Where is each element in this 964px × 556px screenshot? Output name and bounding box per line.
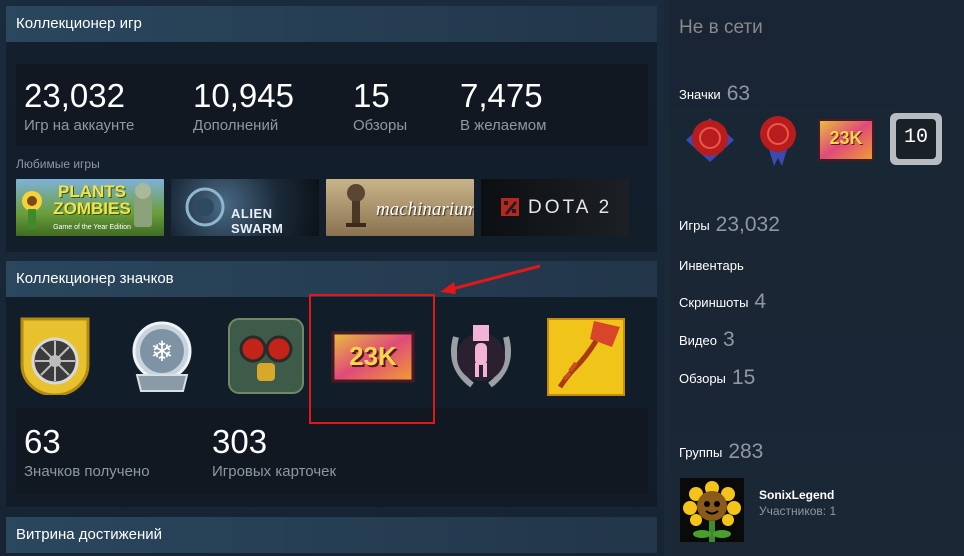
favorite-game-alien-swarm[interactable]: ALIEN SWARM [171,179,319,236]
groups-count: 283 [728,440,764,463]
profile-sidebar: Не в сети Значки 63 23K 10 Игры 23,032 И… [670,0,964,556]
sidebar-reviews-link[interactable]: Обзоры 15 [679,366,755,390]
stat-dlc-value: 10,945 [193,77,294,114]
red-seal-ribbon-badge-icon[interactable] [750,112,806,168]
showcase-header: Витрина достижений [6,517,657,553]
stat-trading-cards[interactable]: 303 Игровых карточек [212,422,336,482]
years-service-text: 10 [903,126,928,149]
game-collector-header: Коллекционер игр [6,6,657,42]
alien-swarm-logo: ALIEN SWARM [231,206,284,236]
stat-wishlist[interactable]: 7,475 В желаемом [460,76,546,136]
groups-label: Группы [679,445,723,460]
group-name[interactable]: SonixLegend [759,488,834,502]
group-avatar[interactable] [680,478,744,542]
games-label: Игры [679,218,710,233]
stat-badges-label: Значков получено [24,463,150,480]
games-count: 23,032 [715,213,780,236]
stat-reviews[interactable]: 15 Обзоры [353,76,407,136]
machinarium-logo: machinarium [376,199,474,220]
profile-main-column: Коллекционер игр 23,032 Игр на аккаунте … [0,0,664,556]
game-stats-box: 23,032 Игр на аккаунте 10,945 Дополнений… [16,64,648,146]
years-service-badge-icon[interactable]: 10 [889,112,943,166]
pvz-subtitle: Game of the Year Edition [53,224,131,231]
stat-dlc[interactable]: 10,945 Дополнений [193,76,294,136]
stat-wishlist-label: В желаемом [460,117,547,134]
sidebar-games-link[interactable]: Игры 23,032 [679,213,780,237]
stat-games[interactable]: 23,032 Игр на аккаунте [24,76,134,136]
sidebar-23k-badge-icon[interactable]: 23K [818,118,874,162]
svg-text:❄: ❄ [150,335,173,368]
favorite-games-label: Любимые игры [16,157,100,171]
stat-reviews-value: 15 [353,77,390,114]
sidebar-badges-link[interactable]: Значки 63 [679,82,750,106]
sidebar-groups-link[interactable]: Группы 283 [679,440,763,464]
game-collector-title: Коллекционер игр [16,15,142,32]
videos-label: Видео [679,333,717,348]
pvz-logo: PLANTS ZOMBIES [53,182,131,218]
gas-mask-badge-icon[interactable] [227,317,305,395]
showcase-title: Витрина достижений [16,526,163,543]
annotation-arrow-icon [440,264,541,294]
badges-label: Значки [679,87,721,102]
highlight-box [309,294,435,424]
inventory-label: Инвентарь [679,258,744,273]
reviews-label: Обзоры [679,371,726,386]
favorite-game-plants-vs-zombies[interactable]: PLANTS ZOMBIES Game of the Year Edition [16,179,164,236]
videos-count: 3 [722,328,735,351]
badge-collector-title: Коллекционер значков [16,270,174,287]
pink-figure-laurel-badge-icon[interactable] [442,317,520,395]
sidebar-videos-link[interactable]: Видео 3 [679,328,735,352]
wheel-badge-icon[interactable] [16,317,94,397]
sunflower-icon [680,478,744,542]
favorite-game-dota-2[interactable]: DOTA 2 [481,179,629,236]
group-members: Участников: 1 [759,504,837,518]
stat-wishlist-value: 7,475 [460,77,543,114]
badges-count: 63 [726,82,751,105]
stat-badges-value: 63 [24,423,61,460]
favorite-game-machinarium[interactable]: machinarium [326,179,474,236]
badge-collector-header: Коллекционер значков [6,261,657,297]
stat-badges-earned[interactable]: 63 Значков получено [24,422,150,482]
screenshots-count: 4 [754,290,767,313]
stat-dlc-label: Дополнений [193,117,279,134]
stat-reviews-label: Обзоры [353,117,408,134]
stat-games-value: 23,032 [24,77,125,114]
stat-cards-label: Игровых карточек [212,463,337,480]
kite-badge-icon[interactable] [546,317,626,397]
sidebar-inventory-link[interactable]: Инвентарь [679,258,744,273]
online-status: Не в сети [679,17,763,38]
snow-globe-badge-icon[interactable]: ❄ [123,317,201,395]
dota-logo-text: DOTA 2 [528,197,613,218]
red-seal-blue-badge-icon[interactable] [682,112,738,168]
sidebar-23k-text: 23K [829,128,863,148]
stat-cards-value: 303 [212,423,268,460]
screenshots-label: Скриншоты [679,295,749,310]
reviews-count: 15 [731,366,756,389]
sidebar-screenshots-link[interactable]: Скриншоты 4 [679,290,766,314]
stat-games-label: Игр на аккаунте [24,117,135,134]
